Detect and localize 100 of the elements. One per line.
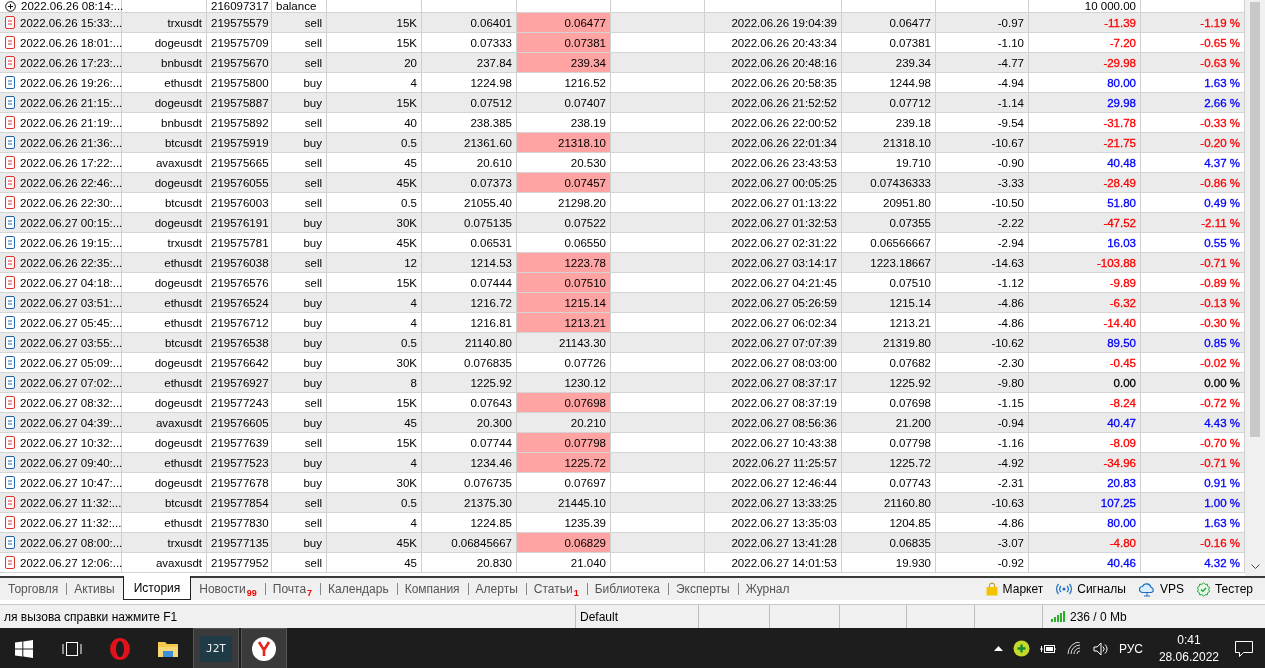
table-cell: -10.63 [936, 493, 1029, 512]
count-label: 99 [246, 588, 257, 598]
tab[interactable]: Активы [66, 578, 123, 600]
table-row[interactable]: 2022.06.26 15:33:... trxusdt 219575579 sell 15K 0.06401 0.06477 2022.06.26 19:04:39 0.06477 -0.97 -11.39 -1.19 % [0, 13, 1245, 33]
table-row[interactable]: 2022.06.27 10:32:... dogeusdt 219577639 sell 15K 0.07744 0.07798 2022.06.27 10:43:38 0.07798 -1.16 -8.09 -0.70 % [0, 433, 1245, 453]
table-cell: 219575919 [207, 133, 272, 152]
table-cell: -4.86 [936, 513, 1029, 532]
taskbar-app-button[interactable] [241, 628, 287, 668]
toolbar-link[interactable]: Маркет [984, 582, 1044, 596]
toolbar-link[interactable]: Сигналы [1055, 582, 1126, 596]
toolbar-link[interactable]: Тестер [1195, 581, 1253, 597]
open-time: 2022.06.27 03:55:... [20, 336, 123, 349]
order-icon [5, 76, 15, 89]
table-cell: 8 [327, 373, 422, 392]
table-row[interactable]: 2022.06.26 19:15:... trxusdt 219575781 buy 45K 0.06531 0.06550 2022.06.27 02:31:22 0.06566667 -2.94 16.03 0.55 % [0, 233, 1245, 253]
wifi-icon[interactable] [1066, 642, 1083, 655]
table-cell: -10.50 [936, 193, 1029, 212]
table-row[interactable]: 2022.06.27 04:39:... avaxusdt 219576605 buy 45 20.300 20.210 2022.06.27 08:56:36 21.200 -0.94 40.47 4.43 % [0, 413, 1245, 433]
table-cell: -47.52 [1029, 213, 1141, 232]
table-cell: 2022.06.27 13:41:28 [705, 533, 842, 552]
table-row[interactable]: 2022.06.26 17:23:... bnbusdt 219575670 sell 20 237.84 239.34 2022.06.26 20:48:16 239.34 -4.77 -29.98 -0.63 % [0, 53, 1245, 73]
table-cell: 219577678 [207, 473, 272, 492]
table-cell: 238.19 [517, 113, 611, 132]
notification-icon[interactable] [1235, 640, 1253, 657]
table-cell: buy [272, 413, 327, 432]
table-cell: 0.5 [327, 493, 422, 512]
table-row[interactable]: 2022.06.26 18:01:... dogeusdt 219575709 sell 15K 0.07333 0.07381 2022.06.26 20:43:34 0.07381 -1.10 -7.20 -0.65 % [0, 33, 1245, 53]
table-row[interactable]: 2022.06.27 09:40:... ethusdt 219577523 buy 4 1234.46 1225.72 2022.06.27 11:25:57 1225.72 -4.92 -34.96 -0.71 % [0, 453, 1245, 473]
table-cell: sell [272, 13, 327, 32]
order-icon [5, 116, 15, 129]
table-row[interactable]: 2022.06.27 08:32:... dogeusdt 219577243 sell 15K 0.07643 0.07698 2022.06.27 08:37:19 0.07698 -1.15 -8.24 -0.72 % [0, 393, 1245, 413]
table-cell: ethusdt [122, 453, 207, 472]
table-cell: 0.07798 [517, 433, 611, 452]
tab[interactable]: История [122, 576, 192, 600]
table-row[interactable]: 2022.06.27 03:51:... ethusdt 219576524 buy 4 1216.72 1215.14 2022.06.27 05:26:59 1215.14 -4.86 -6.32 -0.13 % [0, 293, 1245, 313]
order-icon [5, 56, 15, 69]
table-cell: -7.20 [1029, 33, 1141, 52]
table-cell: trxusdt [122, 533, 207, 552]
table-cell: 0.07712 [842, 93, 936, 112]
clock[interactable]: 0:41 28.06.2022 [1158, 631, 1219, 666]
table-cell: ethusdt [122, 313, 207, 332]
table-row[interactable]: 2022.06.26 17:22:... avaxusdt 219575665 sell 45 20.610 20.530 2022.06.26 23:43:53 19.710 -0.90 40.48 4.37 % [0, 153, 1245, 173]
table-cell: 2022.06.27 08:37:17 [705, 373, 842, 392]
tab[interactable]: Журнал [737, 578, 798, 600]
table-row[interactable]: 2022.06.27 00:15:... dogeusdt 219576191 buy 30K 0.075135 0.07522 2022.06.27 01:32:53 0.07355 -2.22 -47.52 -2.11 % [0, 213, 1245, 233]
table-cell: buy [272, 533, 327, 552]
table-row[interactable]: 2022.06.26 21:36:... btcusdt 219575919 buy 0.5 21361.60 21318.10 2022.06.26 22:01:34 21318.10 -10.67 -21.75 -0.20 % [0, 133, 1245, 153]
table-cell: 0.075135 [422, 213, 517, 232]
caret-up-icon[interactable] [993, 646, 1003, 651]
table-row[interactable]: 2022.06.26 21:19:... bnbusdt 219575892 sell 40 238.385 238.19 2022.06.26 22:00:52 239.18 -9.54 -31.78 -0.33 % [0, 113, 1245, 133]
table-cell: buy [272, 233, 327, 252]
table-cell: sell [272, 113, 327, 132]
tab[interactable]: Компания [396, 578, 468, 600]
table-cell: 1225.72 [842, 453, 936, 472]
table-row[interactable]: 2022.06.26 21:15:... dogeusdt 219575887 buy 15K 0.07512 0.07407 2022.06.26 21:52:52 0.07712 -1.14 29.98 2.66 % [0, 93, 1245, 113]
table-cell: btcusdt [122, 193, 207, 212]
table-row[interactable]: 2022.06.26 22:35:... ethusdt 219576038 sell 12 1214.53 1223.78 2022.06.27 03:14:17 1223.18667 -14.63 -103.88 -0.71 % [0, 253, 1245, 273]
table-cell: 219576038 [207, 253, 272, 272]
table-cell: 0.07726 [517, 353, 611, 372]
table-row[interactable]: 2022.06.27 12:06:... avaxusdt 219577952 sell 45 20.830 21.040 2022.06.27 14:01:53 19.930 -0.92 40.46 4.32 % [0, 553, 1245, 573]
speaker-icon[interactable] [1092, 641, 1109, 656]
table-row[interactable]: 2022.06.26 19:26:... ethusdt 219575800 buy 4 1224.98 1216.52 2022.06.26 20:58:35 1244.98 -4.94 80.00 1.63 % [0, 73, 1245, 93]
table-row[interactable]: 2022.06.26 08:14:... 216097317 balance 10 000.00 [0, 0, 1245, 13]
table-row[interactable]: 2022.06.27 11:32:... ethusdt 219577830 sell 4 1224.85 1235.39 2022.06.27 13:35:03 1204.85 -4.86 80.00 1.63 % [0, 513, 1245, 533]
table-row[interactable]: 2022.06.27 05:45:... ethusdt 219576712 buy 4 1216.81 1213.21 2022.06.27 06:02:34 1213.21 -4.86 -14.40 -0.30 % [0, 313, 1245, 333]
table-cell: 21298.20 [517, 193, 611, 212]
ring-logo-icon [108, 636, 132, 661]
table-row[interactable]: 2022.06.27 07:02:... ethusdt 219576927 buy 8 1225.92 1230.12 2022.06.27 08:37:17 1225.92 -9.80 0.00 0.00 % [0, 373, 1245, 393]
battery-plug-icon[interactable] [1039, 642, 1057, 655]
table-row[interactable]: 2022.06.26 22:30:... btcusdt 219576003 sell 0.5 21055.40 21298.20 2022.06.27 01:13:22 20951.80 -10.50 51.80 0.49 % [0, 193, 1245, 213]
table-cell: sell [272, 513, 327, 532]
table-row[interactable]: 2022.06.27 03:55:... btcusdt 219576538 buy 0.5 21140.80 21143.30 2022.06.27 07:07:39 21319.80 -10.62 89.50 0.85 % [0, 333, 1245, 353]
table-cell: 219576927 [207, 373, 272, 392]
windows-icon [15, 639, 33, 658]
table-row[interactable]: 2022.06.27 04:18:... dogeusdt 219576576 sell 15K 0.07444 0.07510 2022.06.27 04:21:45 0.07510 -1.12 -9.89 -0.89 % [0, 273, 1245, 293]
table-cell: 0.06835 [842, 533, 936, 552]
table-row[interactable]: 2022.06.27 08:00:... trxusdt 219577135 buy 45K 0.06845667 0.06829 2022.06.27 13:41:28 0.06835 -3.07 -4.80 -0.16 % [0, 533, 1245, 553]
scrollbar[interactable] [1245, 0, 1265, 576]
table-cell: 219577639 [207, 433, 272, 452]
table-cell: 0.07457 [517, 173, 611, 192]
tab[interactable]: Эксперты [667, 578, 738, 600]
table-cell: ethusdt [122, 73, 207, 92]
table-cell: 0.5 [327, 333, 422, 352]
table-row[interactable]: 2022.06.27 11:32:... btcusdt 219577854 sell 0.5 21375.30 21445.10 2022.06.27 13:33:25 21160.80 -10.63 107.25 1.00 % [0, 493, 1245, 513]
language-indicator[interactable]: РУС [1118, 641, 1143, 656]
table-cell: btcusdt [122, 133, 207, 152]
table-cell: 1215.14 [517, 293, 611, 312]
table-row[interactable]: 2022.06.27 10:47:... dogeusdt 219577678 buy 30K 0.076735 0.07697 2022.06.27 12:46:44 0.07743 -2.31 20.83 0.91 % [0, 473, 1245, 493]
table-cell: 4 [327, 453, 422, 472]
table-cell: sell [272, 33, 327, 52]
tab[interactable]: Алерты [467, 578, 526, 600]
taskbar-app-button[interactable]: J2T [193, 628, 239, 668]
plus-circle-icon[interactable] [1012, 640, 1030, 657]
table-cell: 21318.10 [517, 133, 611, 152]
tab[interactable]: Торговля [0, 578, 67, 600]
tab[interactable]: Календарь [320, 578, 397, 600]
table-row[interactable]: 2022.06.27 05:09:... dogeusdt 219576642 buy 30K 0.076835 0.07726 2022.06.27 08:03:00 0.07682 -2.30 -0.45 -0.02 % [0, 353, 1245, 373]
tab[interactable]: Библиотека [586, 578, 668, 600]
toolbar-link[interactable]: VPS [1137, 581, 1184, 597]
table-row[interactable]: 2022.06.26 22:46:... dogeusdt 219576055 sell 45K 0.07373 0.07457 2022.06.27 00:05:25 0.07436333 -3.33 -28.49 -0.86 % [0, 173, 1245, 193]
